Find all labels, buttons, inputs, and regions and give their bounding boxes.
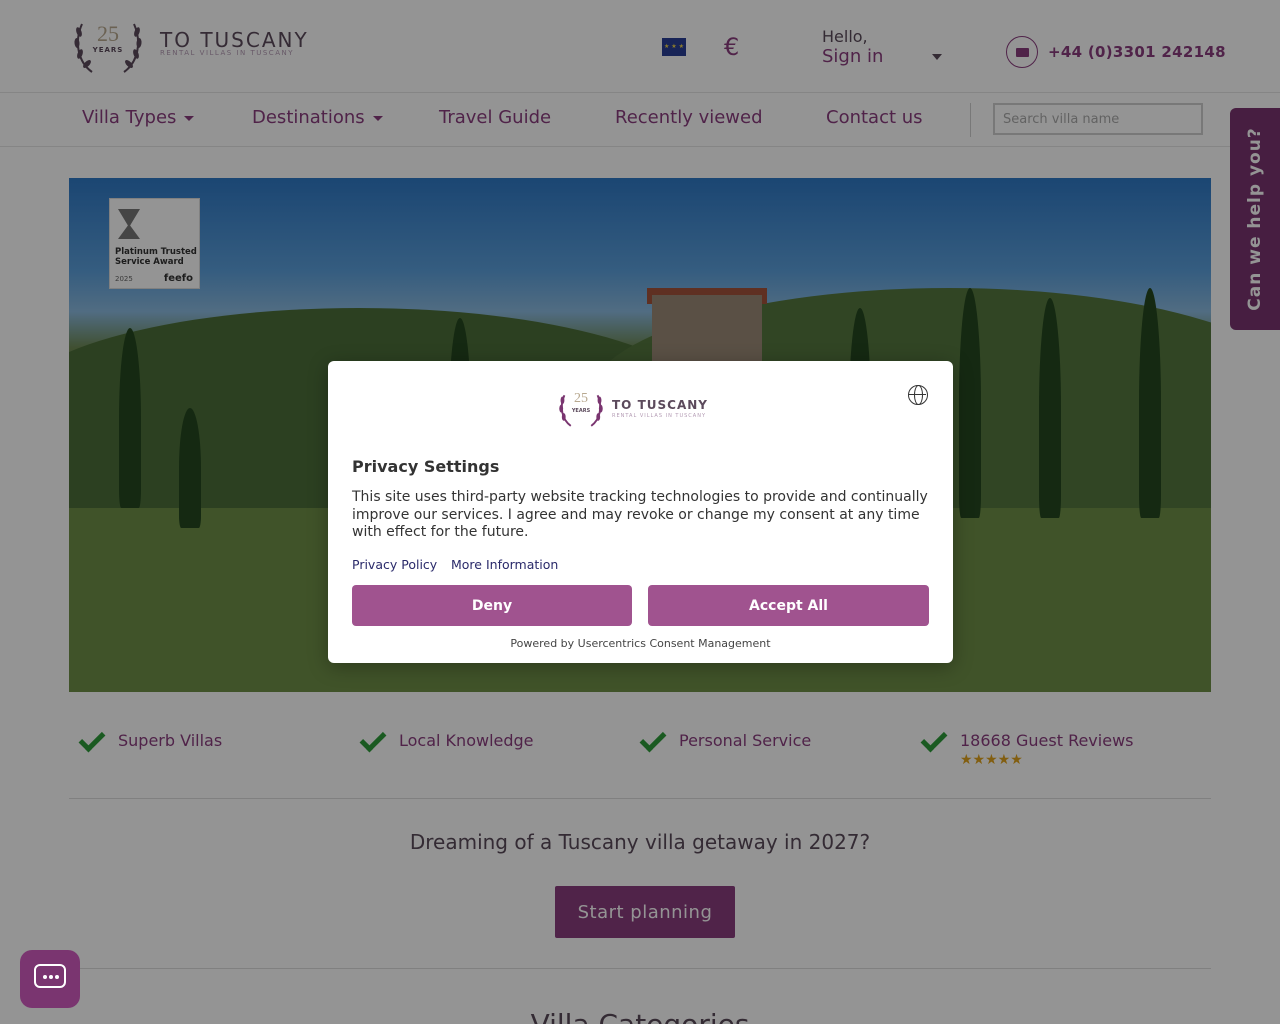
logo-years-number: 25 xyxy=(574,391,588,406)
privacy-settings-dialog: 25 YEARS TO TUSCANY RENTAL VILLAS IN TUS… xyxy=(328,361,953,663)
chat-widget-button[interactable] xyxy=(20,950,80,1008)
more-information-link[interactable]: More Information xyxy=(451,557,558,572)
logo-tagline: RENTAL VILLAS IN TUSCANY xyxy=(612,413,706,419)
chat-icon xyxy=(34,964,66,988)
dialog-title: Privacy Settings xyxy=(352,457,500,476)
dialog-logo: 25 YEARS TO TUSCANY RENTAL VILLAS IN TUS… xyxy=(558,385,708,431)
powered-by-text: Powered by Usercentrics Consent Manageme… xyxy=(510,637,771,650)
deny-button[interactable]: Deny xyxy=(352,585,632,626)
privacy-policy-link[interactable]: Privacy Policy xyxy=(352,557,437,572)
dialog-body: This site uses third-party website track… xyxy=(352,489,928,540)
globe-icon[interactable] xyxy=(908,385,928,405)
logo-years-label: YEARS xyxy=(571,408,591,414)
accept-all-button[interactable]: Accept All xyxy=(648,585,929,626)
logo-brand-name: TO TUSCANY xyxy=(612,398,708,412)
